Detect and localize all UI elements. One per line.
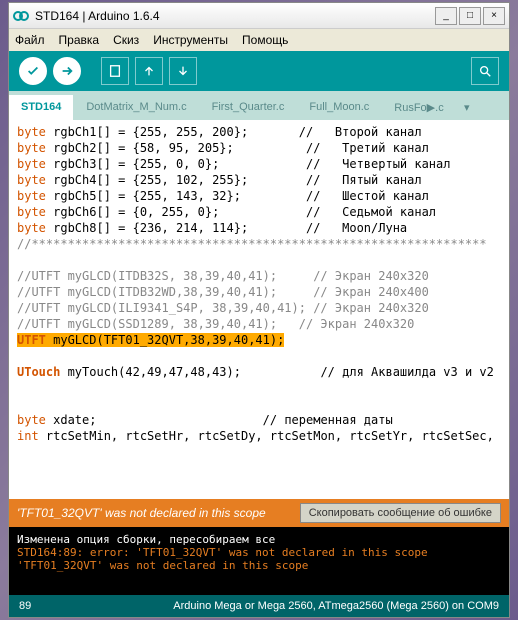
verify-button[interactable] [19, 57, 47, 85]
tab-dotmatrix[interactable]: DotMatrix_M_Num.c [74, 95, 199, 120]
titlebar: STD164 | Arduino 1.6.4 _ □ × [9, 3, 509, 29]
menu-sketch[interactable]: Скиз [113, 33, 139, 47]
copy-error-button[interactable]: Скопировать сообщение об ошибке [300, 503, 501, 523]
tab-rusfo[interactable]: RusFo▶.c [382, 95, 456, 120]
menu-edit[interactable]: Правка [59, 33, 100, 47]
console-line: Изменена опция сборки, пересобираем все [17, 533, 501, 546]
app-window: STD164 | Arduino 1.6.4 _ □ × Файл Правка… [8, 2, 510, 618]
menubar: Файл Правка Скиз Инструменты Помощь [9, 29, 509, 51]
menu-help[interactable]: Помощь [242, 33, 288, 47]
tab-dropdown[interactable]: ▾ [457, 95, 477, 120]
console-line: 'TFT01_32QVT' was not declared in this s… [17, 559, 501, 572]
tab-fullmoon[interactable]: Full_Moon.c [297, 95, 382, 120]
statusbar: 89 Arduino Mega or Mega 2560, ATmega2560… [9, 595, 509, 617]
new-button[interactable] [101, 57, 129, 85]
close-button[interactable]: × [483, 7, 505, 25]
window-title: STD164 | Arduino 1.6.4 [35, 9, 435, 23]
maximize-button[interactable]: □ [459, 7, 481, 25]
menu-file[interactable]: Файл [15, 33, 45, 47]
line-number: 89 [19, 600, 31, 612]
menu-tools[interactable]: Инструменты [153, 33, 228, 47]
serial-monitor-button[interactable] [471, 57, 499, 85]
tab-std164[interactable]: STD164 [9, 95, 74, 120]
code-editor[interactable]: byte rgbCh1[] = {255, 255, 200}; // Втор… [9, 120, 509, 499]
console-line: STD164:89: error: 'TFT01_32QVT' was not … [17, 546, 501, 559]
tab-firstquarter[interactable]: First_Quarter.c [200, 95, 298, 120]
error-message: 'TFT01_32QVT' was not declared in this s… [17, 506, 300, 520]
minimize-button[interactable]: _ [435, 7, 457, 25]
toolbar [9, 51, 509, 91]
output-console[interactable]: Изменена опция сборки, пересобираем все … [9, 527, 509, 595]
board-info: Arduino Mega or Mega 2560, ATmega2560 (M… [173, 600, 499, 612]
window-buttons: _ □ × [435, 7, 505, 25]
save-button[interactable] [169, 57, 197, 85]
arduino-icon [13, 8, 29, 24]
error-bar: 'TFT01_32QVT' was not declared in this s… [9, 499, 509, 527]
open-button[interactable] [135, 57, 163, 85]
tabs: STD164 DotMatrix_M_Num.c First_Quarter.c… [9, 91, 509, 120]
upload-button[interactable] [53, 57, 81, 85]
